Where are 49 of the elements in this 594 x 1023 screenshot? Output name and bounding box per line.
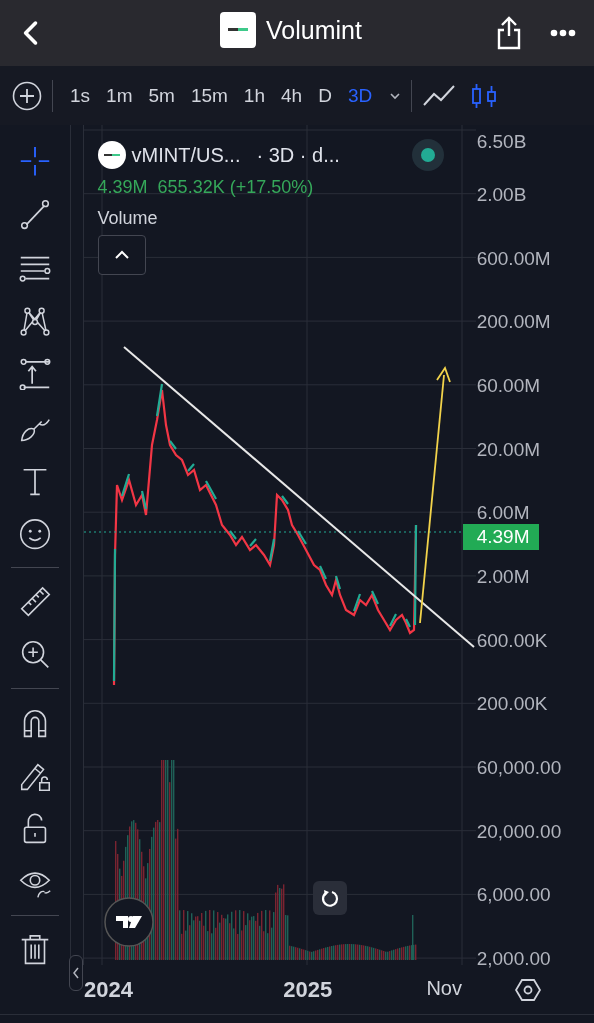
interval-tab[interactable]: 1s — [63, 80, 98, 111]
symbol-name[interactable]: vMINT/US... — [131, 143, 241, 167]
price-change: 655.32K (+17.50%) — [157, 177, 314, 198]
sidebar-toggle-button[interactable] — [69, 955, 83, 991]
price-axis-label: 2.00B — [476, 183, 527, 206]
reset-icon — [319, 888, 340, 908]
price-axis-label: 2,000.00 — [476, 948, 551, 971]
indicator-label: Volume — [97, 208, 158, 229]
interval-tab[interactable]: 5m — [141, 80, 182, 111]
app-logo-icon — [220, 12, 256, 48]
arrow-drawing[interactable] — [418, 366, 451, 624]
interval-tab[interactable]: 4h — [274, 80, 310, 111]
price-axis-label: 6.00M — [476, 502, 530, 525]
price-axis-label: 20,000.00 — [476, 820, 562, 843]
smiley-icon[interactable] — [17, 517, 52, 551]
trend-line[interactable] — [122, 346, 475, 648]
app-title: Volumint — [266, 15, 362, 45]
last-price: 4.39M — [97, 177, 148, 198]
price-axis-label: 60.00M — [476, 374, 541, 397]
symbol-details: · 3D · d... — [256, 143, 340, 167]
time-axis-label: 2024 — [84, 976, 134, 1003]
chart-logo-icon[interactable] — [103, 897, 154, 947]
time-axis-label: 2025 — [283, 976, 334, 1003]
time-axis-label: Nov — [426, 976, 462, 1001]
price-axis-label: 600.00K — [476, 629, 548, 652]
price-axis-label: 200.00K — [476, 693, 548, 716]
price-axis-label: 60,000.00 — [476, 757, 562, 780]
price-axis-label: 6.50B — [476, 131, 527, 153]
interval-tab[interactable]: 1h — [236, 80, 272, 111]
share-icon[interactable] — [496, 16, 522, 50]
interval-tab[interactable]: D — [311, 80, 339, 111]
interval-tab[interactable]: 1m — [99, 80, 140, 111]
price-axis-label: 200.00M — [476, 311, 551, 334]
interval-tab[interactable]: 15m — [183, 80, 235, 111]
more-icon[interactable] — [550, 29, 576, 37]
settings-icon[interactable] — [515, 977, 541, 1002]
price-axis-label: 600.00M — [476, 247, 551, 270]
current-price-label: 4.39M — [462, 524, 540, 550]
interval-tab[interactable]: 3D — [340, 80, 380, 111]
add-icon[interactable] — [12, 80, 42, 111]
dropdown-caret-icon[interactable] — [389, 91, 402, 100]
price-axis-label: 6,000.00 — [476, 884, 551, 907]
symbol-logo-icon — [97, 141, 126, 169]
range-icon[interactable] — [17, 358, 52, 391]
back-icon[interactable] — [22, 20, 40, 46]
chevron-left-icon — [72, 966, 80, 980]
reset-button[interactable] — [312, 881, 347, 915]
price-axis-label: 2.00M — [476, 565, 530, 588]
price-axis-label: 20.00M — [476, 438, 541, 461]
